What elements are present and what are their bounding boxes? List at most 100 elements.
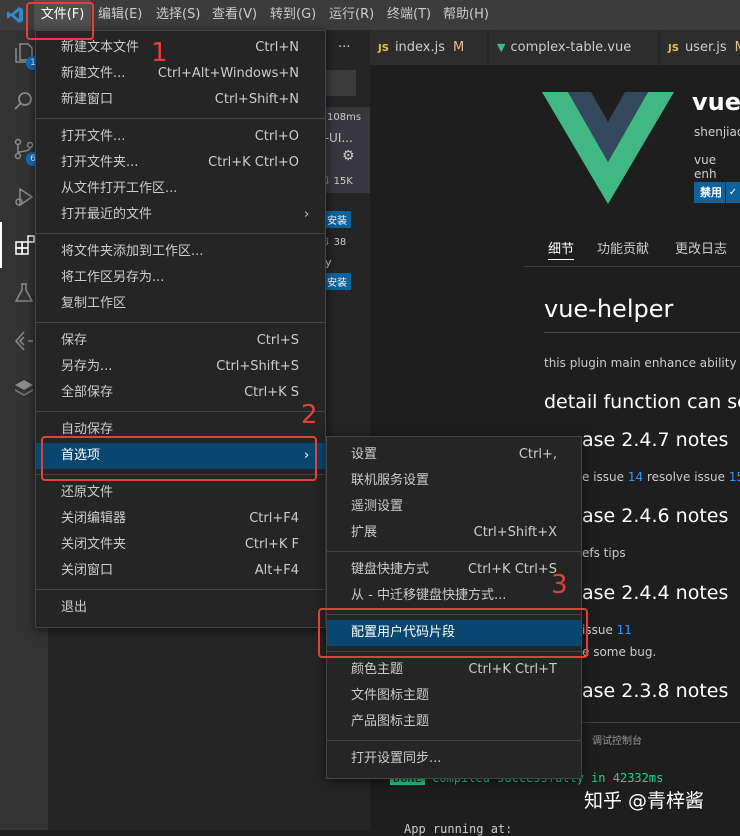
menu-close-window[interactable]: 关闭窗口 Alt+F4 bbox=[36, 558, 325, 584]
menu-save-workspace-as[interactable]: 将工作区另存为... bbox=[36, 265, 325, 291]
issue-14-link[interactable]: 14 bbox=[628, 470, 643, 484]
ext-activation-time: 108ms bbox=[327, 112, 362, 123]
extension-author[interactable]: shenjiao bbox=[694, 125, 740, 139]
menu-color-theme[interactable]: 颜色主题 Ctrl+K Ctrl+T bbox=[327, 657, 581, 683]
tab-complex-table[interactable]: ▼ complex-table.vue bbox=[489, 30, 659, 65]
menu-separator bbox=[327, 740, 581, 741]
menu-terminal[interactable]: 终端(T) bbox=[387, 0, 431, 30]
menu-telemetry[interactable]: 遥测设置 bbox=[327, 494, 581, 520]
menu-run[interactable]: 运行(R) bbox=[329, 0, 374, 30]
menu-label: 打开最近的文件 bbox=[61, 207, 153, 222]
layers-icon bbox=[15, 380, 33, 396]
tab-details[interactable]: 细节 bbox=[548, 238, 575, 260]
menu-label: 还原文件 bbox=[61, 485, 114, 500]
menu-file-icon-theme[interactable]: 文件图标主题 bbox=[327, 683, 581, 709]
annotation-box-2 bbox=[41, 436, 317, 481]
ext2-install-button[interactable]: 安装 bbox=[323, 273, 351, 290]
menu-selection[interactable]: 选择(S) bbox=[156, 0, 200, 30]
menu-view[interactable]: 查看(V) bbox=[212, 0, 257, 30]
issue-11-link[interactable]: 11 bbox=[617, 623, 632, 637]
annotation-number-3: 3 bbox=[551, 570, 568, 600]
tabs-divider bbox=[524, 266, 740, 267]
tab-label: user.js bbox=[684, 40, 727, 55]
menu-separator bbox=[36, 233, 325, 234]
menu-extensions[interactable]: 扩展 Ctrl+Shift+X bbox=[327, 520, 581, 546]
menu-save[interactable]: 保存 Ctrl+S bbox=[36, 328, 325, 354]
menu-settings-sync[interactable]: 打开设置同步... bbox=[327, 746, 581, 772]
menu-shortcut: Ctrl+K Ctrl+S bbox=[468, 562, 557, 577]
menu-revert-file[interactable]: 还原文件 bbox=[36, 480, 325, 506]
menu-label: 打开设置同步... bbox=[351, 751, 442, 766]
search-extensions-input[interactable] bbox=[326, 70, 356, 96]
menu-shortcut: Ctrl+Alt+Windows+N bbox=[157, 66, 299, 81]
menu-close-folder[interactable]: 关闭文件夹 Ctrl+K F bbox=[36, 532, 325, 558]
menu-label: 文件图标主题 bbox=[351, 688, 430, 703]
chevron-down-icon[interactable]: ✓ bbox=[725, 182, 740, 203]
readme-heading-247: ase 2.4.7 notes bbox=[582, 429, 729, 451]
tab-contributions[interactable]: 功能贡献 bbox=[597, 238, 649, 257]
menu-separator bbox=[36, 322, 325, 323]
menu-product-icon-theme[interactable]: 产品图标主题 bbox=[327, 709, 581, 735]
menu-exit[interactable]: 退出 bbox=[36, 595, 325, 621]
menu-label: 联机服务设置 bbox=[351, 473, 430, 488]
tab-index-js[interactable]: JS index.js M bbox=[370, 30, 488, 65]
menu-add-folder[interactable]: 将文件夹添加到工作区... bbox=[36, 239, 325, 265]
menu-open-workspace[interactable]: 从文件打开工作区... bbox=[36, 176, 325, 202]
menu-label: 遥测设置 bbox=[351, 499, 404, 514]
menu-separator bbox=[36, 411, 325, 412]
remote-icon bbox=[14, 331, 33, 351]
extension-name: vue- bbox=[692, 88, 740, 116]
extension-description: vue enh bbox=[694, 153, 717, 181]
readme-bug-line: e some bug. bbox=[582, 645, 657, 659]
tab-debug-console[interactable]: 调试控制台 bbox=[592, 732, 642, 747]
issue-text: resolve issue bbox=[643, 470, 729, 484]
sidebar-more-icon[interactable]: ··· bbox=[338, 40, 350, 55]
menu-keyboard-shortcuts[interactable]: 键盘快捷方式 Ctrl+K Ctrl+S bbox=[327, 557, 581, 583]
menu-shortcut: Ctrl+Shift+X bbox=[473, 525, 557, 540]
menu-label: 从 - 中迁移键盘快捷方式... bbox=[351, 588, 507, 603]
menu-settings[interactable]: 设置 Ctrl+, bbox=[327, 442, 581, 468]
readme-detail-heading: detail function can see bbox=[544, 391, 740, 413]
menu-label: 设置 bbox=[351, 447, 378, 462]
vscode-logo-icon bbox=[7, 7, 23, 23]
menu-shortcut: Ctrl+K Ctrl+O bbox=[208, 155, 299, 170]
menu-open-recent[interactable]: 打开最近的文件 › bbox=[36, 202, 325, 228]
issue-15-link[interactable]: 15 bbox=[729, 470, 740, 484]
menu-label: 将文件夹添加到工作区... bbox=[61, 244, 204, 259]
gear-icon[interactable]: ⚙ bbox=[342, 148, 355, 164]
menu-shortcut: Ctrl+Shift+N bbox=[214, 92, 299, 107]
terminal-running-line: App running at: bbox=[404, 822, 513, 836]
tab-user-js[interactable]: JS user.js M bbox=[660, 30, 740, 65]
readme-issue-line: e issue 14 resolve issue 15 re bbox=[582, 470, 740, 484]
menu-duplicate-workspace[interactable]: 复制工作区 bbox=[36, 291, 325, 317]
issue-text: e issue bbox=[582, 470, 628, 484]
menu-save-as[interactable]: 另存为... Ctrl+Shift+S bbox=[36, 354, 325, 380]
menu-open-folder[interactable]: 打开文件夹... Ctrl+K Ctrl+O bbox=[36, 150, 325, 176]
ext1-install-button[interactable]: 安装 bbox=[323, 211, 351, 228]
menu-save-all[interactable]: 全部保存 Ctrl+K S bbox=[36, 380, 325, 406]
ext1-downloads-count: 15K bbox=[333, 176, 353, 187]
menu-online-services[interactable]: 联机服务设置 bbox=[327, 468, 581, 494]
menu-new-window[interactable]: 新建窗口 Ctrl+Shift+N bbox=[36, 87, 325, 113]
file-menu: 新建文本文件 Ctrl+N 新建文件... Ctrl+Alt+Windows+N 新… bbox=[35, 30, 326, 628]
tab-changelog[interactable]: 更改日志 bbox=[675, 238, 727, 257]
menu-open-file[interactable]: 打开文件... Ctrl+O bbox=[36, 124, 325, 150]
menu-go[interactable]: 转到(G) bbox=[270, 0, 316, 30]
modified-badge: M bbox=[735, 40, 740, 55]
menu-edit[interactable]: 编辑(E) bbox=[98, 0, 142, 30]
menu-migrate-keybindings[interactable]: 从 - 中迁移键盘快捷方式... bbox=[327, 583, 581, 609]
editor-tabs: JS index.js M ▼ complex-table.vue JS user.js… bbox=[370, 30, 740, 65]
menu-shortcut: Ctrl+K Ctrl+T bbox=[468, 662, 557, 677]
menu-shortcut: Ctrl+Shift+S bbox=[216, 359, 299, 374]
menu-label: 打开文件... bbox=[61, 129, 126, 144]
ext1-downloads: ⇩ 15K bbox=[322, 176, 353, 187]
menu-label: 从文件打开工作区... bbox=[61, 181, 178, 196]
readme-title: vue-helper bbox=[544, 295, 674, 323]
menu-new-file[interactable]: 新建文件... Ctrl+Alt+Windows+N bbox=[36, 61, 325, 87]
flask-icon bbox=[14, 283, 34, 302]
tab-label: complex-table.vue bbox=[510, 40, 632, 55]
menu-help[interactable]: 帮助(H) bbox=[443, 0, 489, 30]
disable-button[interactable]: 禁用 bbox=[694, 182, 728, 203]
ext2-downloads-count: 38 bbox=[333, 237, 347, 248]
menu-close-editor[interactable]: 关闭编辑器 Ctrl+F4 bbox=[36, 506, 325, 532]
